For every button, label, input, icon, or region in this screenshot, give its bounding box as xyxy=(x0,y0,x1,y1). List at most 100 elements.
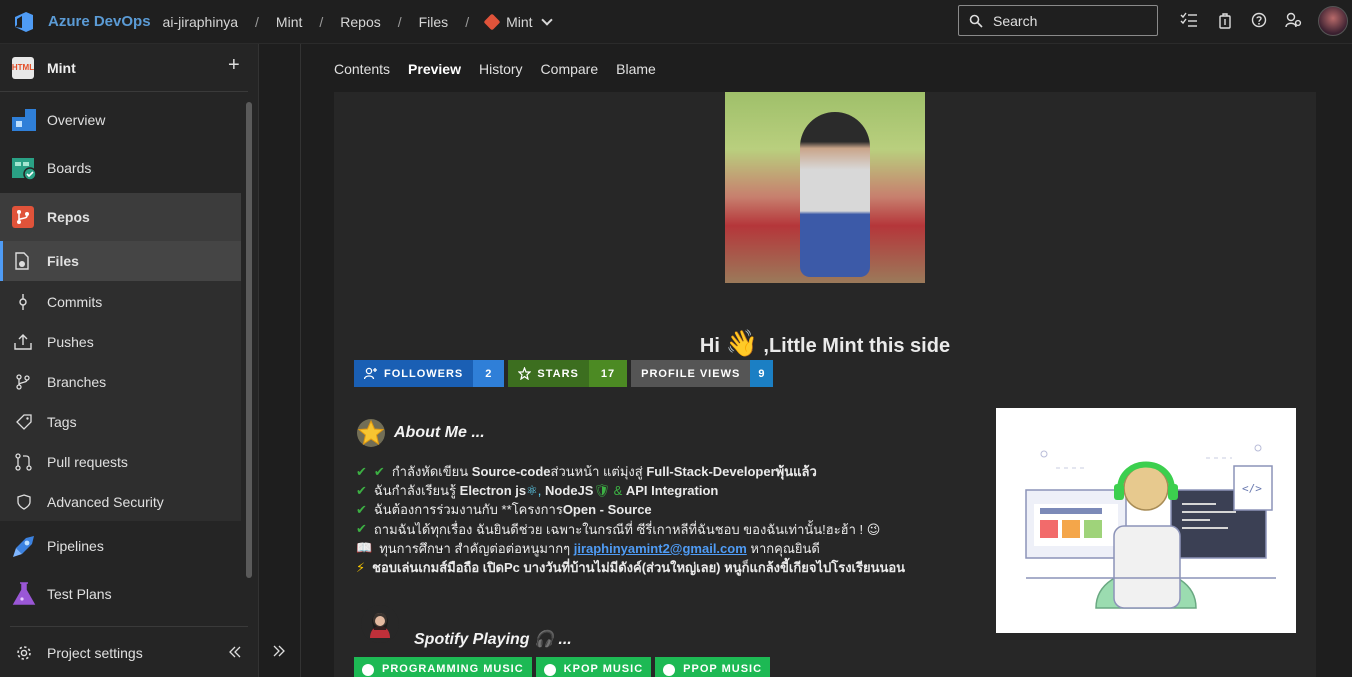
sidebar-item-repos[interactable]: Repos xyxy=(0,193,241,241)
stars-count: 17 xyxy=(588,360,628,387)
sidebar-item-test-plans[interactable]: Test Plans xyxy=(0,572,241,616)
sidebar-item-commits[interactable]: Commits xyxy=(0,282,241,322)
profile-views-count: 9 xyxy=(750,360,774,387)
tab-contents[interactable]: Contents xyxy=(334,44,390,92)
sidebar-item-pipelines[interactable]: Pipelines xyxy=(0,524,241,568)
project-settings-link[interactable]: Project settings xyxy=(0,632,241,674)
list-item: 📖 ทุนการศึกษา สำคัญต่อต่อหนูมากๆ jiraphi… xyxy=(356,539,905,558)
search-icon xyxy=(969,14,983,28)
sidebar-item-branches[interactable]: Branches xyxy=(0,362,241,402)
glowing-star-icon xyxy=(357,419,385,447)
breadcrumb-separator: / xyxy=(255,13,259,30)
breadcrumb-separator: / xyxy=(397,13,402,30)
user-avatar[interactable] xyxy=(1318,6,1348,36)
email-link[interactable]: jiraphinyamint2@gmail.com xyxy=(574,541,747,556)
check-mark-icon: ✔ xyxy=(373,463,385,479)
sidebar-item-label: Pull requests xyxy=(47,454,128,470)
repo-selector[interactable]: Mint xyxy=(483,13,553,30)
sidebar-item-label: Files xyxy=(47,253,79,269)
tab-history[interactable]: History xyxy=(479,44,523,92)
breadcrumb-project[interactable]: Mint xyxy=(276,14,302,30)
sidebar-item-advanced-security[interactable]: Advanced Security xyxy=(0,482,241,522)
brand-link[interactable]: Azure DevOps xyxy=(48,13,151,30)
azure-devops-logo-icon[interactable] xyxy=(12,10,36,34)
spotify-button-label: PPOP MUSIC xyxy=(683,663,763,675)
list-item-bold: Electron js xyxy=(459,483,527,499)
check-mark-icon: ✔ xyxy=(356,482,367,498)
user-settings-icon[interactable] xyxy=(1285,12,1302,28)
git-repo-icon xyxy=(483,13,501,30)
spotify-button-programming[interactable]: PROGRAMMING MUSIC xyxy=(354,657,532,677)
about-me-title: About Me ... xyxy=(394,424,485,441)
list-item-bold: API Integration xyxy=(625,483,719,499)
spotify-button-kpop[interactable]: KPOP MUSIC xyxy=(535,657,652,677)
list-item-text: กำลังหัดเขียน xyxy=(391,464,469,480)
breadcrumb-separator: / xyxy=(465,13,470,30)
sidebar-item-overview[interactable]: Overview xyxy=(0,100,241,140)
sidebar-item-boards[interactable]: Boards xyxy=(0,148,241,188)
collapse-sidebar-icon[interactable] xyxy=(229,646,241,658)
spotify-icon xyxy=(362,664,374,676)
sidebar-item-label: Advanced Security xyxy=(47,494,164,510)
breadcrumb-files[interactable]: Files xyxy=(419,14,449,30)
stars-badge-label-area: STARS xyxy=(508,360,589,387)
list-item-text: ส่วนหน้า แต่มุ่งสู่ xyxy=(550,464,643,480)
sidebar-item-label: Tags xyxy=(47,414,77,430)
stars-badge[interactable]: STARS 17 xyxy=(508,360,628,387)
breadcrumb-repos[interactable]: Repos xyxy=(340,14,380,30)
breadcrumb-org[interactable]: ai-jiraphinya xyxy=(163,14,238,30)
files-icon xyxy=(15,252,29,270)
followers-label: FOLLOWERS xyxy=(384,367,464,380)
tab-compare[interactable]: Compare xyxy=(541,44,599,92)
list-item: ✔ ✔ กำลังหัดเขียน Source-code ส่วนหน้า แ… xyxy=(356,462,905,481)
add-person-icon xyxy=(364,367,377,380)
expand-tree-icon[interactable] xyxy=(273,645,285,657)
sidebar-item-files[interactable]: Files xyxy=(0,241,241,281)
greeting-text: ,Little Mint this side xyxy=(763,335,951,357)
svg-text:</>: </> xyxy=(1242,482,1262,495)
list-item: ✔ ฉันต้องการร่วมงานกับ **โครงการ Open - … xyxy=(356,500,905,519)
profile-views-label: PROFILE VIEWS xyxy=(631,360,751,387)
lightning-icon: ⚡ xyxy=(356,559,366,575)
tab-blame[interactable]: Blame xyxy=(616,44,656,92)
task-list-icon[interactable] xyxy=(1180,12,1198,28)
spotify-buttons: PROGRAMMING MUSIC KPOP MUSIC PPOP MUSIC xyxy=(354,657,774,677)
project-icon-label: HTML xyxy=(11,63,35,72)
tab-preview[interactable]: Preview xyxy=(408,44,461,94)
sidebar-item-label: Branches xyxy=(47,374,107,390)
profile-photo xyxy=(725,92,925,283)
help-icon[interactable] xyxy=(1251,12,1267,28)
followers-count: 2 xyxy=(473,360,505,387)
list-item-bold: Source-code xyxy=(471,464,551,480)
list-item-bold: Open - Source xyxy=(562,502,652,518)
sidebar-scrollbar[interactable] xyxy=(246,102,252,578)
search-box[interactable]: Search xyxy=(958,5,1158,36)
search-label: Search xyxy=(993,12,1038,29)
spotify-button-ppop[interactable]: PPOP MUSIC xyxy=(655,657,771,677)
project-header[interactable]: HTML Mint xyxy=(0,44,248,92)
sidebar-item-pushes[interactable]: Pushes xyxy=(0,322,241,362)
profile-badges: FOLLOWERS 2 STARS 17 PROFILE VIEWS 9 xyxy=(354,360,777,387)
add-icon[interactable]: + xyxy=(228,54,240,77)
repos-icon xyxy=(12,206,34,228)
branches-icon xyxy=(16,374,30,390)
list-item-text: 🛡 & xyxy=(593,482,623,498)
pull-request-icon xyxy=(15,453,32,471)
spotify-icon xyxy=(543,664,556,676)
list-item-text: ถามฉันได้ทุกเรื่อง ฉันยินดีช่วย เฉพาะในก… xyxy=(373,521,881,537)
sidebar-item-label: Pipelines xyxy=(47,538,104,554)
list-item: ✔ ฉันกำลังเรียนรู้ Electron js ⚛, NodeJS… xyxy=(356,481,905,500)
boards-icon xyxy=(12,158,36,180)
followers-badge-label-area: FOLLOWERS xyxy=(354,360,474,387)
sidebar-item-pull-requests[interactable]: Pull requests xyxy=(0,442,241,482)
file-tree-collapsed xyxy=(259,44,301,677)
left-navigation: HTML Mint + Overview Boards Repos Files xyxy=(0,44,259,677)
marketplace-bag-icon[interactable] xyxy=(1219,12,1231,29)
developer-illustration: </> xyxy=(996,408,1296,633)
profile-views-badge[interactable]: PROFILE VIEWS 9 xyxy=(631,360,774,387)
sidebar-item-tags[interactable]: Tags xyxy=(0,402,241,442)
list-item-bold: ชอบเล่นเกมส์มือถือ เปิดPc บางวันที่บ้านไ… xyxy=(372,560,906,576)
greeting-prefix: Hi xyxy=(699,335,720,357)
followers-badge[interactable]: FOLLOWERS 2 xyxy=(354,360,505,387)
list-item-text: ⚛, xyxy=(526,482,542,498)
